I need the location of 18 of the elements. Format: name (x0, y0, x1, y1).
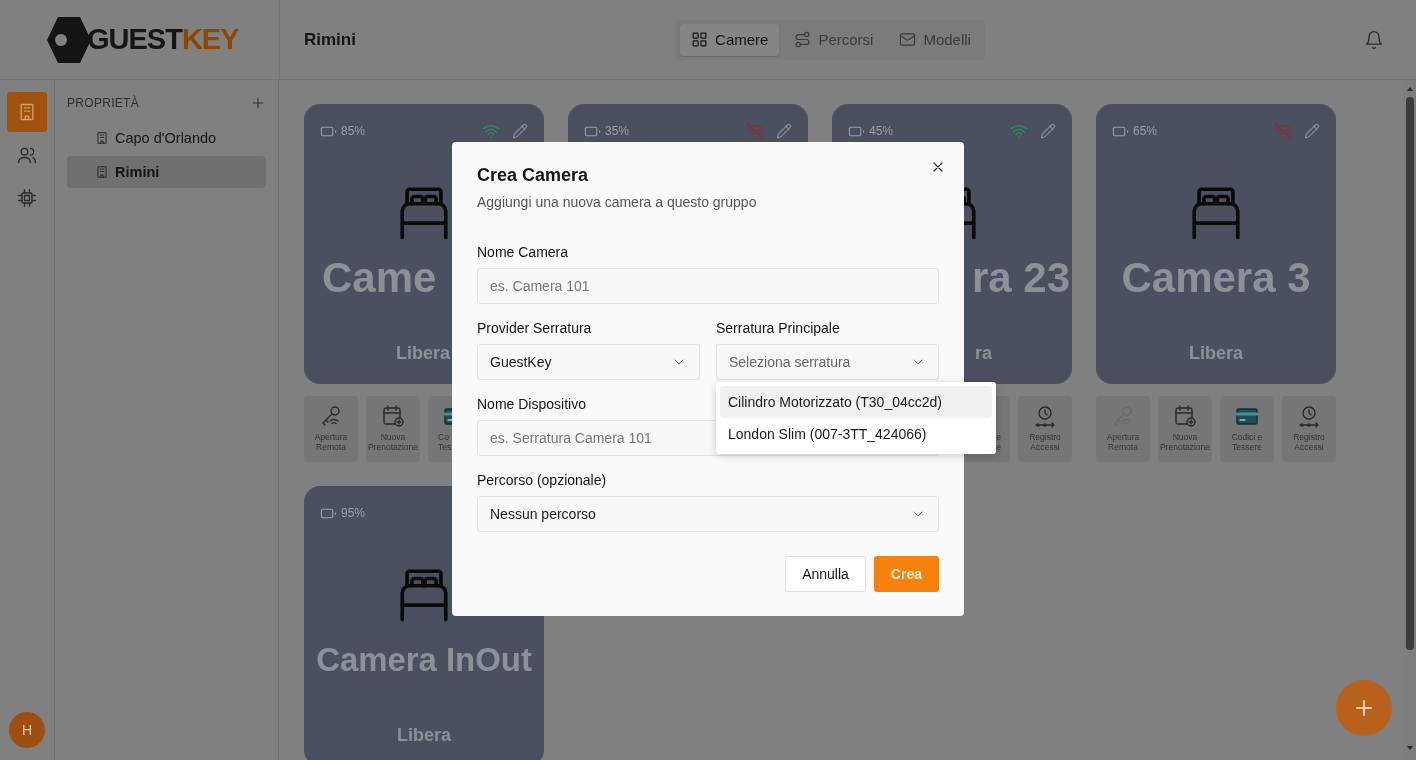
room-name: ra 23 (971, 253, 1070, 303)
battery-level: 45% (869, 124, 894, 138)
room-status: Libera (1189, 342, 1243, 365)
battery-level: 85% (341, 124, 366, 138)
room-status: Libera (397, 724, 451, 747)
field-label: Nome Dispositivo (477, 395, 586, 414)
page-title: Rimini (304, 29, 356, 50)
battery-level: 65% (1133, 124, 1158, 138)
battery-level: 95% (341, 506, 366, 520)
field-label: Serratura Principale (716, 319, 840, 338)
battery-level: 35% (605, 124, 630, 138)
logo-text: GUESTKEY (87, 23, 239, 56)
room-status: ra (975, 342, 992, 365)
section-heading: PROPRIETÀ (67, 96, 140, 110)
room-status: Libera (396, 342, 451, 365)
room-name: Came (322, 253, 437, 303)
room-name: Camera InOut (316, 640, 532, 680)
room-name: Camera 3 (1121, 253, 1311, 303)
